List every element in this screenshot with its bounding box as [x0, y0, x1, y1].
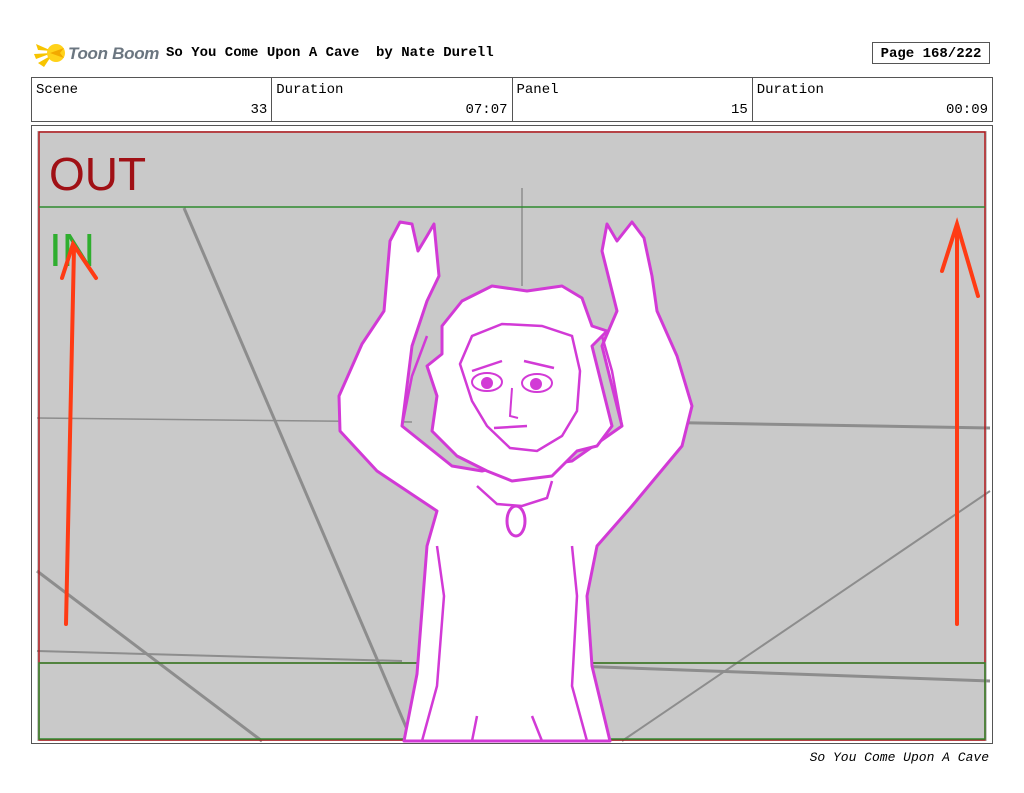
panel-duration-value: 00:09	[945, 102, 988, 118]
panel-value: 15	[730, 102, 748, 118]
logo-text: Toon Boom	[68, 44, 160, 63]
panel-label: Panel	[516, 82, 559, 98]
panel-duration-cell: Duration 00:09	[753, 78, 992, 121]
scene-cell: Scene 33	[32, 78, 273, 121]
out-label: OUT	[49, 148, 146, 200]
scene-duration-cell: Duration 07:07	[272, 78, 513, 121]
panel-drawing: OUT IN	[36, 131, 991, 743]
page-number: Page 168/222	[872, 42, 990, 64]
panel-cell: Panel 15	[513, 78, 753, 121]
scene-value: 33	[250, 102, 268, 118]
panel-duration-label: Duration	[756, 82, 824, 98]
board-title: So You Come Upon A Cave by Nate Durell	[166, 45, 494, 61]
scene-duration-label: Duration	[276, 82, 344, 98]
toon-boom-logo: Toon Boom	[32, 38, 160, 70]
scene-info-table: Scene 33 Duration 07:07 Panel 15 Duratio…	[31, 77, 993, 122]
starburst-icon	[34, 44, 65, 67]
footer-title: So You Come Upon A Cave	[809, 750, 989, 765]
scene-label: Scene	[36, 82, 79, 98]
storyboard-panel: OUT IN	[31, 125, 993, 744]
scene-duration-value: 07:07	[465, 102, 508, 118]
